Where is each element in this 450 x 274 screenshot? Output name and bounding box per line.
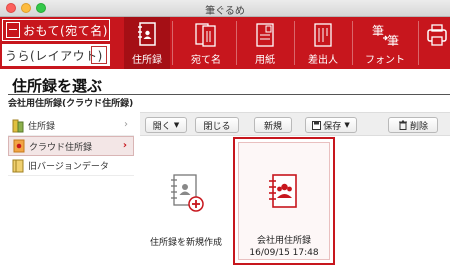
save-label: 保存 (323, 121, 342, 132)
address-book-icon (269, 174, 297, 208)
cloud-book-icon (13, 139, 25, 153)
app-window: 筆ぐるめ おもて(宛て名) うら(レイアウト) 住所録 宛て名 用紙 差出人 筆… (0, 0, 450, 274)
open-label: 開く (152, 121, 171, 132)
chevron-down-icon: ▼ (344, 121, 350, 129)
sender-card-icon (314, 23, 332, 47)
toolbar-address-button[interactable]: 宛て名 (180, 17, 232, 69)
sidebar-item-label: 旧バージョンデータ (28, 162, 109, 172)
new-book-caption: 住所録を新規作成 (149, 238, 222, 248)
floppy-disk-icon (312, 120, 322, 130)
page-title: 住所録を選ぶ (12, 77, 103, 95)
trash-icon (398, 120, 407, 130)
address-book-grid: 住所録を新規作成 会社用住所録 16/09/15 17:48 (140, 137, 450, 274)
toolbar-paper-label: 用紙 (255, 55, 275, 66)
book-name-caption: 会社用住所録 (256, 236, 311, 246)
toolbar-print-button[interactable] (424, 17, 450, 69)
main-toolbar: おもて(宛て名) うら(レイアウト) 住所録 宛て名 用紙 差出人 筆 筆 フォ… (0, 17, 450, 69)
back-side-label: うら(レイアウト) (5, 48, 103, 63)
address-book-icon (138, 22, 156, 46)
sidebar-item-old-version-data[interactable]: 旧バージョンデータ (8, 156, 134, 176)
sidebar-item-label: クラウド住所録 (29, 142, 93, 153)
new-book-button[interactable]: 新規 (254, 117, 292, 133)
close-book-button[interactable]: 閉じる (195, 117, 239, 133)
chevron-down-icon: ▼ (173, 121, 180, 129)
create-new-book-tile[interactable]: 住所録を新規作成 (140, 141, 232, 261)
back-side-button[interactable]: うら(レイアウト) (2, 44, 110, 66)
toolbar-font-button[interactable]: 筆 筆 フォント (356, 17, 414, 69)
toolbar-sender-button[interactable]: 差出人 (298, 17, 348, 69)
toolbar-divider (172, 21, 173, 65)
title-divider (8, 94, 450, 95)
toolbar-address-book-button[interactable]: 住所録 (124, 17, 170, 69)
book-action-bar: 開く ▼ 閉じる 新規 保存 ▼ 削除 (140, 112, 450, 136)
paper-icon (256, 23, 274, 47)
toolbar-font-label: フォント (365, 55, 405, 66)
window-title: 筆ぐるめ (205, 6, 245, 17)
current-book-subtitle: 会社用住所録(クラウド住所録) (8, 99, 134, 109)
open-menu-button[interactable]: 開く ▼ (145, 117, 187, 133)
delete-label: 削除 (409, 121, 428, 132)
toolbar-sender-label: 差出人 (308, 55, 338, 66)
title-bar: 筆ぐるめ (0, 0, 450, 17)
delete-book-button[interactable]: 削除 (388, 117, 438, 133)
front-side-label: おもて(宛て名) (23, 23, 108, 38)
chevron-right-icon: › (124, 119, 128, 130)
old-data-icon (12, 159, 24, 172)
source-sidebar: 住所録 › クラウド住所録 › 旧バージョンデータ (8, 116, 134, 176)
sidebar-item-address-book[interactable]: 住所録 › (8, 116, 134, 136)
new-address-book-icon (171, 174, 204, 212)
toolbar-paper-button[interactable]: 用紙 (240, 17, 290, 69)
folder-icon (12, 119, 24, 132)
toolbar-address-label: 宛て名 (191, 55, 221, 66)
printer-icon (427, 24, 447, 46)
front-side-button[interactable]: おもて(宛て名) (2, 19, 110, 41)
sidebar-item-label: 住所録 (28, 122, 56, 132)
close-label: 閉じる (203, 121, 231, 132)
new-label: 新規 (263, 121, 282, 132)
postcard-icon (195, 23, 216, 47)
svg-text:筆: 筆 (387, 34, 399, 48)
toolbar-divider (236, 21, 237, 65)
toolbar-address-book-label: 住所録 (132, 55, 162, 66)
font-brush-icon: 筆 筆 (372, 24, 399, 48)
toolbar-divider (294, 21, 295, 65)
sidebar-item-cloud-address-book[interactable]: クラウド住所録 › (8, 136, 134, 156)
book-modified-time: 16/09/15 17:48 (249, 248, 319, 258)
postcard-front-icon (6, 22, 20, 38)
side-mode-switch: おもて(宛て名) うら(レイアウト) (2, 19, 112, 67)
toolbar-divider (418, 21, 419, 65)
svg-text:筆: 筆 (372, 24, 384, 38)
save-menu-button[interactable]: 保存 ▼ (305, 117, 357, 133)
toolbar-divider (352, 21, 353, 65)
chevron-right-icon: › (122, 140, 127, 151)
company-address-book-tile[interactable]: 会社用住所録 16/09/15 17:48 (233, 137, 335, 265)
greeting-card-icon (91, 46, 107, 64)
